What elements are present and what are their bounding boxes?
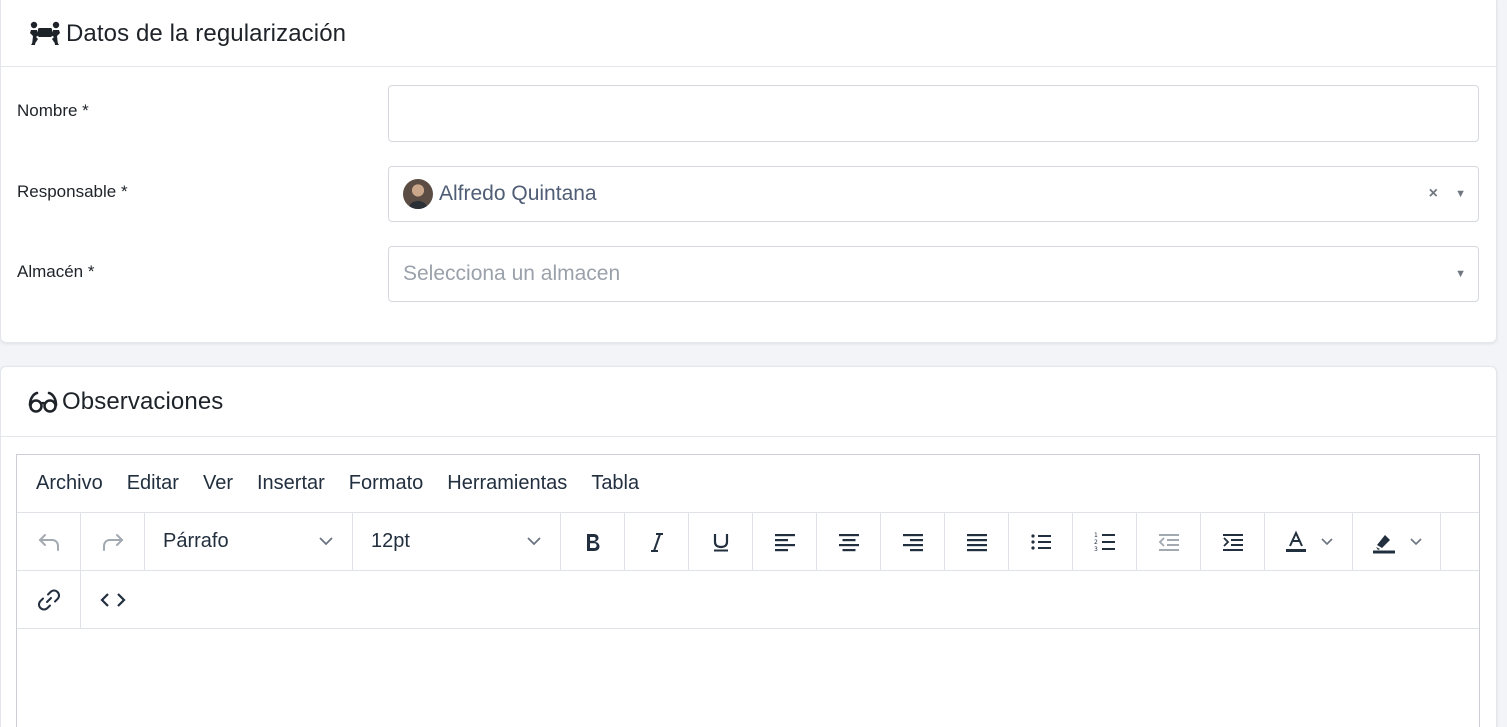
redo-button[interactable]: [81, 513, 145, 570]
outdent-button[interactable]: [1137, 513, 1201, 570]
menu-herramientas[interactable]: Herramientas: [447, 472, 567, 495]
bullet-list-icon: [1030, 533, 1051, 550]
people-carry-icon: [28, 21, 62, 47]
source-code-icon: [100, 592, 126, 607]
avatar: [403, 179, 433, 209]
responsable-select[interactable]: Alfredo Quintana × ▼: [388, 166, 1479, 222]
svg-text:1: 1: [1094, 532, 1098, 539]
chevron-down-icon: [1320, 533, 1334, 551]
redo-icon: [102, 533, 123, 551]
numbered-list-button[interactable]: 123: [1073, 513, 1137, 570]
menu-ver[interactable]: Ver: [203, 472, 233, 495]
italic-button[interactable]: [625, 513, 689, 570]
highlight-color-button[interactable]: [1353, 513, 1441, 570]
glasses-icon: [28, 391, 58, 413]
font-size-select[interactable]: 12pt: [353, 513, 561, 570]
bullet-list-button[interactable]: [1009, 513, 1073, 570]
block-format-value: Párrafo: [163, 530, 229, 552]
align-center-button[interactable]: [817, 513, 881, 570]
underline-icon: [713, 533, 728, 551]
nombre-input[interactable]: [389, 86, 1478, 141]
italic-icon: [650, 532, 663, 552]
numbered-list-icon: 123: [1094, 532, 1115, 553]
editor-toolbar-second-row: [17, 571, 1479, 629]
indent-icon: [1222, 533, 1243, 551]
section-title: Datos de la regularización: [66, 19, 347, 47]
menu-archivo[interactable]: Archivo: [36, 472, 103, 495]
link-icon: [37, 589, 60, 610]
almacen-select[interactable]: Selecciona un almacen ▼: [388, 246, 1479, 302]
chevron-down-icon: [318, 533, 334, 550]
observations-card: Observaciones Archivo Editar Ver Inserta…: [0, 366, 1497, 727]
menu-insertar[interactable]: Insertar: [257, 472, 325, 495]
align-left-button[interactable]: [753, 513, 817, 570]
undo-button[interactable]: [17, 513, 81, 570]
indent-button[interactable]: [1201, 513, 1265, 570]
underline-button[interactable]: [689, 513, 753, 570]
nombre-field[interactable]: [388, 85, 1479, 142]
nombre-label: Nombre *: [17, 101, 89, 120]
highlighter-icon: [1372, 534, 1395, 553]
menu-editar[interactable]: Editar: [127, 472, 179, 495]
align-right-icon: [902, 533, 923, 551]
align-justify-icon: [966, 533, 987, 551]
block-format-select[interactable]: Párrafo: [145, 513, 353, 570]
editor-menubar: Archivo Editar Ver Insertar Formato Herr…: [17, 455, 1479, 513]
responsable-label: Responsable *: [17, 182, 128, 201]
editor-toolbar: Párrafo 12pt 1 2 3: [17, 513, 1479, 571]
outdent-icon: [1158, 533, 1179, 551]
chevron-down-icon: [526, 533, 542, 550]
almacen-label: Almacén *: [17, 262, 95, 281]
observations-card-header: Observaciones: [1, 367, 1496, 437]
menu-formato[interactable]: Formato: [349, 472, 423, 495]
rich-text-editor: Archivo Editar Ver Insertar Formato Herr…: [16, 454, 1480, 727]
align-left-icon: [774, 533, 795, 551]
bold-button[interactable]: [561, 513, 625, 570]
menu-tabla[interactable]: Tabla: [591, 472, 639, 495]
bold-icon: [586, 533, 599, 551]
svg-text:2: 2: [1094, 539, 1098, 546]
source-code-button[interactable]: [81, 571, 145, 628]
text-color-icon: [1285, 530, 1306, 552]
regularization-card: Datos de la regularización Nombre * Resp…: [0, 0, 1497, 343]
text-color-button[interactable]: [1265, 513, 1353, 570]
section-title: Observaciones: [62, 387, 224, 415]
chevron-down-icon: [1409, 533, 1423, 551]
svg-text:3: 3: [1094, 546, 1098, 553]
undo-icon: [38, 533, 59, 551]
almacen-placeholder: Selecciona un almacen: [403, 262, 621, 285]
align-right-button[interactable]: [881, 513, 945, 570]
clear-icon[interactable]: ×: [1429, 185, 1438, 203]
align-justify-button[interactable]: [945, 513, 1009, 570]
caret-down-icon[interactable]: ▼: [1455, 188, 1466, 200]
align-center-icon: [838, 533, 859, 551]
responsable-value: Alfredo Quintana: [439, 182, 597, 205]
editor-content-area[interactable]: [17, 629, 1479, 727]
link-button[interactable]: [17, 571, 81, 628]
caret-down-icon[interactable]: ▼: [1455, 268, 1466, 280]
regularization-card-header: Datos de la regularización: [1, 0, 1496, 67]
font-size-value: 12pt: [371, 530, 410, 552]
